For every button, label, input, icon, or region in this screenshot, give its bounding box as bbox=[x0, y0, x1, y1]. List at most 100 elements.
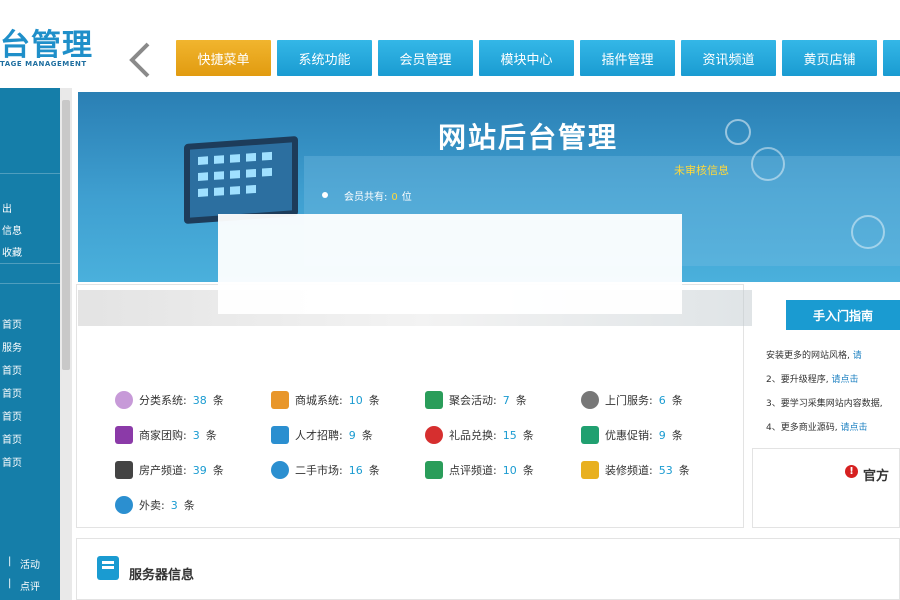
stat-label: 聚会活动: bbox=[449, 394, 497, 407]
guide-row-text: 4、更多商业源码, bbox=[766, 423, 841, 433]
stat-label: 商家团购: bbox=[139, 429, 187, 442]
sidebar-item[interactable]: 出 bbox=[2, 200, 12, 215]
stat-unit: 条 bbox=[361, 429, 373, 442]
guide-row: 3、要学习采集网站内容数据, bbox=[766, 396, 883, 409]
stat-item[interactable]: 商家团购: 3 条 bbox=[115, 426, 217, 444]
promo-icon bbox=[581, 426, 599, 444]
stat-count: 6 bbox=[658, 393, 666, 407]
member-count: 会员共有: 0 位 bbox=[344, 188, 412, 203]
stat-count: 38 bbox=[192, 393, 207, 407]
recycle-icon bbox=[271, 461, 289, 479]
nav-tab-partial[interactable] bbox=[883, 40, 900, 76]
stat-unit: 条 bbox=[368, 464, 380, 477]
member-count-label: 会员共有: bbox=[344, 192, 388, 203]
stat-count: 7 bbox=[502, 393, 510, 407]
bullet-icon bbox=[322, 192, 328, 198]
sidebar-item[interactable]: 首页 bbox=[2, 316, 22, 331]
stat-label: 房产频道: bbox=[139, 464, 187, 477]
guide-row: 安装更多的网站风格, 请 bbox=[766, 348, 862, 361]
stat-item[interactable]: 分类系统: 38 条 bbox=[115, 391, 224, 409]
alert-icon: ! bbox=[845, 465, 858, 478]
nav-tab[interactable]: 黄页店铺 bbox=[782, 40, 877, 76]
shop-icon bbox=[271, 391, 289, 409]
stat-unit: 条 bbox=[522, 464, 534, 477]
logo-title: 台管理 bbox=[0, 28, 93, 63]
blurred-region bbox=[218, 214, 682, 314]
guide-row-text: 2、要升级程序, bbox=[766, 375, 832, 385]
logo-subtitle: TAGE MANAGEMENT bbox=[0, 60, 87, 68]
stat-item[interactable]: 外卖: 3 条 bbox=[115, 496, 195, 514]
stat-unit: 条 bbox=[212, 394, 224, 407]
sidebar-item[interactable]: 收藏 bbox=[2, 244, 22, 259]
nav-tab[interactable]: 系统功能 bbox=[277, 40, 372, 76]
guide-row-text: 3、要学习采集网站内容数据, bbox=[766, 399, 883, 409]
nav-tab[interactable]: 快捷菜单 bbox=[176, 40, 271, 76]
guide-row-link[interactable]: 请点击 bbox=[831, 375, 858, 385]
sidebar-item[interactable]: 首页 bbox=[2, 431, 22, 446]
stat-item[interactable]: 聚会活动: 7 条 bbox=[425, 391, 527, 409]
paint-roller-icon bbox=[581, 461, 599, 479]
member-count-value: 0 bbox=[391, 192, 398, 203]
stat-item[interactable]: 商城系统: 10 条 bbox=[271, 391, 380, 409]
stat-label: 外卖: bbox=[139, 499, 165, 512]
stat-item[interactable]: 房产频道: 39 条 bbox=[115, 461, 224, 479]
stat-count: 3 bbox=[192, 428, 200, 442]
logo[interactable]: 台管理 TAGE MANAGEMENT bbox=[0, 20, 110, 70]
nav-tab[interactable]: 模块中心 bbox=[479, 40, 574, 76]
guide-row-link[interactable]: 请点击 bbox=[840, 423, 867, 433]
stat-item[interactable]: 点评频道: 10 条 bbox=[425, 461, 534, 479]
group-buy-icon bbox=[115, 426, 133, 444]
stat-unit: 条 bbox=[212, 464, 224, 477]
stat-count: 3 bbox=[170, 498, 178, 512]
official-panel: ! 官方 bbox=[752, 448, 900, 528]
stat-item[interactable]: 优惠促销: 9 条 bbox=[581, 426, 683, 444]
stat-label: 二手市场: bbox=[295, 464, 343, 477]
sidebar-item[interactable]: 服务 bbox=[2, 339, 22, 354]
stat-item[interactable]: 人才招聘: 9 条 bbox=[271, 426, 373, 444]
gift-icon bbox=[425, 426, 443, 444]
flower-icon bbox=[115, 391, 133, 409]
sidebar-scroll-thumb[interactable] bbox=[62, 100, 70, 370]
stat-unit: 条 bbox=[368, 394, 380, 407]
stat-label: 人才招聘: bbox=[295, 429, 343, 442]
stat-count: 39 bbox=[192, 463, 207, 477]
stat-count: 16 bbox=[348, 463, 363, 477]
sidebar-item[interactable]: 首页 bbox=[2, 408, 22, 423]
sidebar-separator-mark: | bbox=[8, 556, 12, 567]
sidebar-item[interactable]: 首页 bbox=[2, 362, 22, 377]
stat-unit: 条 bbox=[183, 499, 195, 512]
stat-item[interactable]: 上门服务: 6 条 bbox=[581, 391, 683, 409]
member-count-unit: 位 bbox=[401, 192, 412, 203]
stat-unit: 条 bbox=[671, 394, 683, 407]
nav-tab[interactable]: 资讯频道 bbox=[681, 40, 776, 76]
sidebar-item[interactable]: 信息 bbox=[2, 222, 22, 237]
sidebar-divider bbox=[0, 283, 60, 284]
top-header: 台管理 TAGE MANAGEMENT 快捷菜单 系统功能 会员管理 模块中心 插件管理… bbox=[0, 0, 900, 88]
beginner-guide-panel: 手入门指南 安装更多的网站风格, 请 2、要升级程序, 请点击 3、要学习采集网站内… bbox=[752, 284, 900, 444]
sidebar-item[interactable]: 首页 bbox=[2, 385, 22, 400]
stat-item[interactable]: 礼品兑换: 15 条 bbox=[425, 426, 534, 444]
stat-count: 9 bbox=[348, 428, 356, 442]
nav-tab[interactable]: 会员管理 bbox=[378, 40, 473, 76]
main-nav: 快捷菜单 系统功能 会员管理 模块中心 插件管理 资讯频道 黄页店铺 bbox=[176, 40, 900, 76]
stat-item[interactable]: 装修频道: 53 条 bbox=[581, 461, 690, 479]
nav-back-button[interactable] bbox=[126, 40, 154, 80]
guide-tab[interactable]: 手入门指南 bbox=[786, 300, 900, 330]
nav-tab[interactable]: 插件管理 bbox=[580, 40, 675, 76]
stat-count: 10 bbox=[502, 463, 517, 477]
guide-row-link[interactable]: 请 bbox=[853, 351, 862, 361]
sidebar-bottom-link[interactable]: 活动 bbox=[20, 556, 40, 571]
guide-row: 2、要升级程序, 请点击 bbox=[766, 372, 858, 385]
sidebar-bottom-link[interactable]: 点评 bbox=[20, 578, 40, 593]
stat-count: 53 bbox=[658, 463, 673, 477]
refresh-icon bbox=[115, 496, 133, 514]
sidebar-divider bbox=[0, 173, 60, 174]
sidebar-item[interactable]: 首页 bbox=[2, 454, 22, 469]
stat-unit: 条 bbox=[205, 429, 217, 442]
stat-label: 点评频道: bbox=[449, 464, 497, 477]
guide-row-text: 安装更多的网站风格, bbox=[766, 351, 853, 361]
server-icon bbox=[97, 556, 119, 580]
stat-item[interactable]: 二手市场: 16 条 bbox=[271, 461, 380, 479]
stat-count: 15 bbox=[502, 428, 517, 442]
cup-icon bbox=[425, 461, 443, 479]
